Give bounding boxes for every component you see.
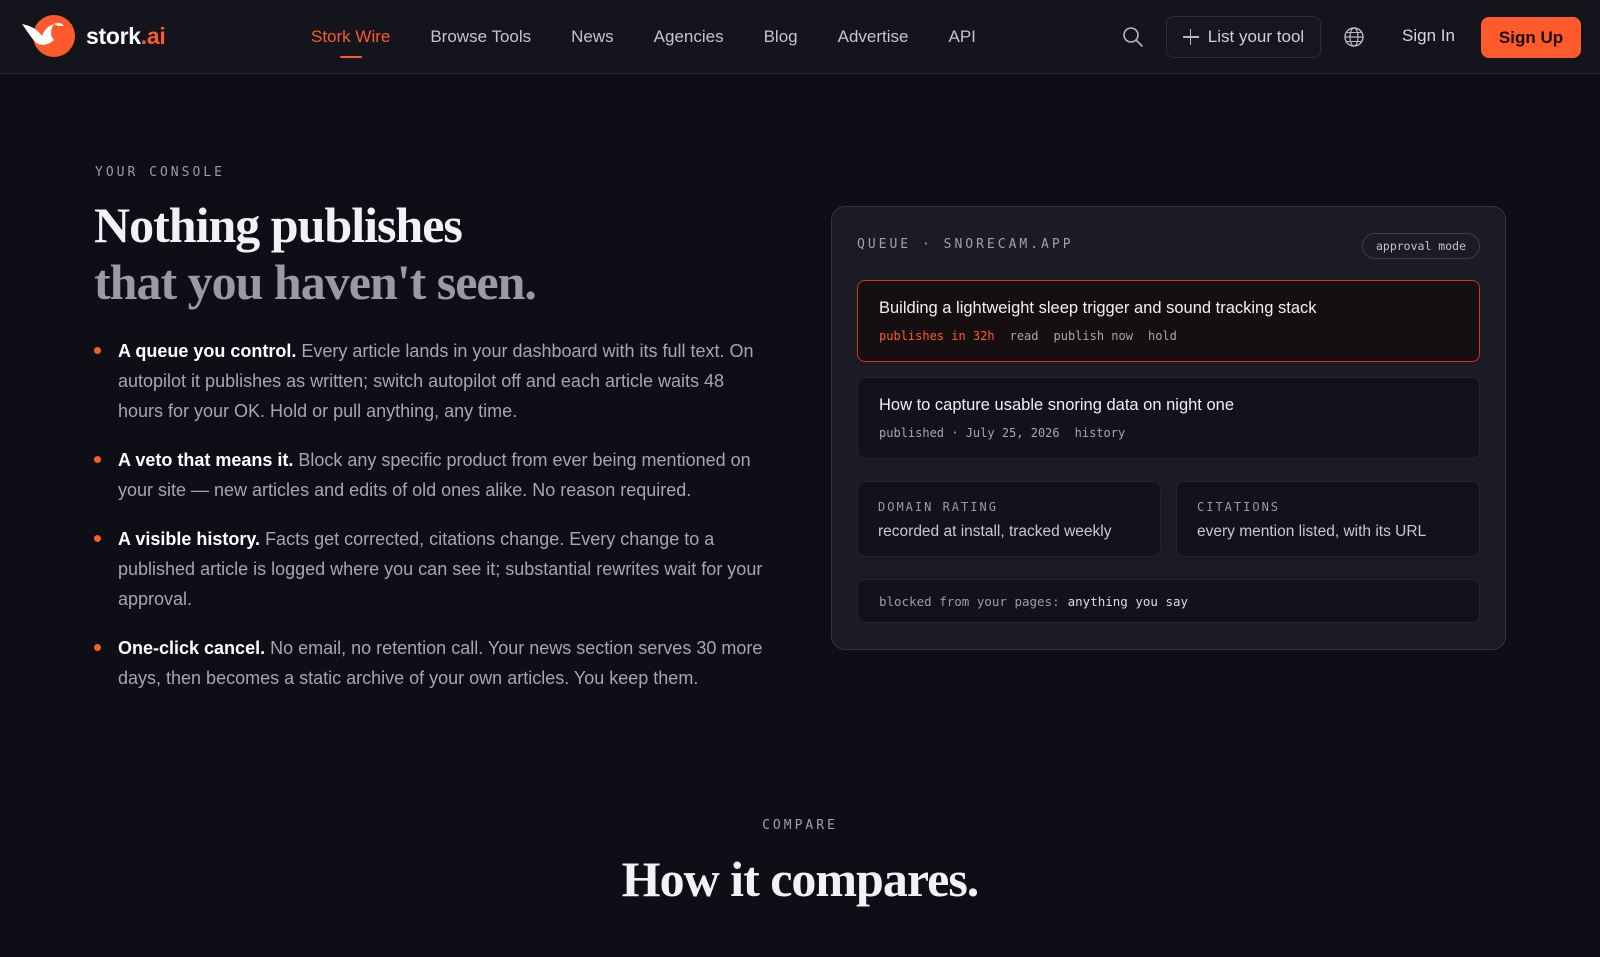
- stat-label: DOMAIN RATING: [878, 500, 998, 514]
- top-nav: stork.ai Stork Wire Browse Tools News Ag…: [0, 0, 1600, 74]
- section-eyebrow: YOUR CONSOLE: [95, 165, 225, 180]
- publish-countdown: publishes in 32h: [879, 329, 995, 343]
- list-your-tool-label: List your tool: [1207, 27, 1305, 46]
- section-headline: Nothing publishes that you haven't seen.: [94, 197, 537, 311]
- globe-icon[interactable]: [1343, 26, 1365, 48]
- list-your-tool-button[interactable]: List your tool: [1166, 16, 1321, 58]
- nav-link-api[interactable]: API: [949, 0, 976, 74]
- nav-link-blog[interactable]: Blog: [764, 0, 798, 74]
- queue-item-meta: publishes in 32h read publish now hold: [879, 329, 1177, 343]
- read-action[interactable]: read: [1010, 329, 1039, 343]
- queue-card: QUEUE · SNORECAM.APP approval mode Build…: [831, 206, 1506, 650]
- queue-item-pending[interactable]: Building a lightweight sleep trigger and…: [857, 280, 1480, 362]
- nav-link-stork-wire[interactable]: Stork Wire: [311, 0, 390, 74]
- domain-rating-stat: DOMAIN RATING recorded at install, track…: [857, 481, 1161, 557]
- feature-list: A queue you control. Every article lands…: [94, 336, 766, 712]
- sign-in-link[interactable]: Sign In: [1402, 26, 1455, 46]
- feature-item: A queue you control. Every article lands…: [94, 336, 766, 426]
- nav-link-news[interactable]: News: [571, 0, 614, 74]
- brand-name: stork.ai: [86, 22, 166, 49]
- sign-up-button[interactable]: Sign Up: [1481, 17, 1581, 58]
- feature-item: One-click cancel. No email, no retention…: [94, 633, 766, 693]
- compare-title: How it compares.: [621, 851, 980, 907]
- feature-lead: A veto that means it.: [118, 450, 294, 470]
- compare-eyebrow: COMPARE: [762, 818, 838, 833]
- feature-lead: One-click cancel.: [118, 638, 266, 658]
- queue-item-title: Building a lightweight sleep trigger and…: [879, 299, 1317, 317]
- citations-stat: CITATIONS every mention listed, with its…: [1176, 481, 1480, 557]
- feature-item: A visible history. Facts get corrected, …: [94, 524, 766, 614]
- stat-label: CITATIONS: [1197, 500, 1281, 514]
- blocked-value: anything you say: [1067, 593, 1189, 609]
- hold-action[interactable]: hold: [1148, 329, 1177, 343]
- queue-card-title: QUEUE · SNORECAM.APP: [857, 237, 1074, 252]
- search-icon[interactable]: [1122, 26, 1144, 48]
- blocked-products-row: blocked from your pages: anything you sa…: [857, 579, 1480, 623]
- nav-link-agencies[interactable]: Agencies: [654, 0, 724, 74]
- approval-mode-badge[interactable]: approval mode: [1361, 233, 1480, 259]
- main-nav: Stork Wire Browse Tools News Agencies Bl…: [311, 0, 1016, 74]
- publish-status: published · July 25, 2026: [879, 426, 1060, 440]
- headline-line-2: that you haven't seen.: [94, 254, 537, 310]
- feature-item: A veto that means it. Block any specific…: [94, 445, 766, 505]
- queue-item-meta: published · July 25, 2026 history: [879, 426, 1125, 440]
- plus-icon: [1182, 29, 1199, 45]
- nav-link-advertise[interactable]: Advertise: [838, 0, 909, 74]
- publish-now-action[interactable]: publish now: [1054, 329, 1133, 343]
- stat-value: every mention listed, with its URL: [1197, 523, 1427, 540]
- stat-value: recorded at install, tracked weekly: [878, 523, 1112, 540]
- queue-item-published[interactable]: How to capture usable snoring data on ni…: [857, 377, 1480, 459]
- blocked-label: blocked from your pages:: [879, 593, 1060, 609]
- queue-item-title: How to capture usable snoring data on ni…: [879, 396, 1234, 414]
- headline-line-1: Nothing publishes: [94, 197, 463, 253]
- nav-link-browse-tools[interactable]: Browse Tools: [430, 0, 531, 74]
- stork-logo-icon: [20, 14, 76, 58]
- brand-logo[interactable]: stork.ai: [20, 14, 166, 58]
- history-action[interactable]: history: [1075, 426, 1126, 440]
- feature-lead: A queue you control.: [118, 341, 297, 361]
- feature-lead: A visible history.: [118, 529, 261, 549]
